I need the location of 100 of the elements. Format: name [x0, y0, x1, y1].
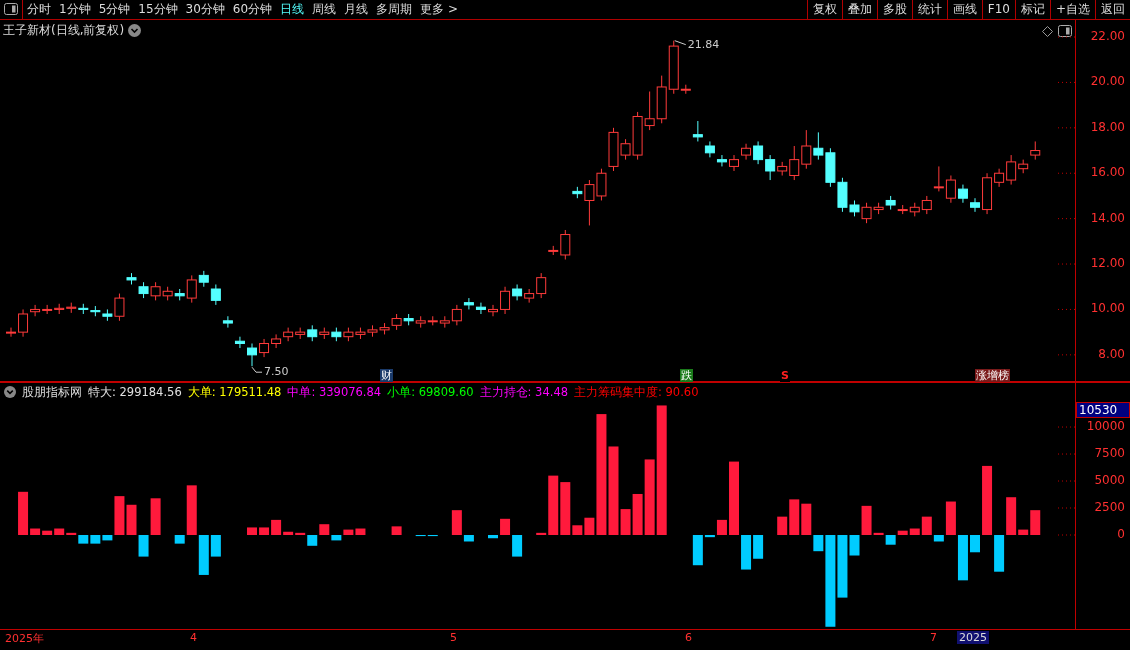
- candle: [729, 154, 739, 172]
- dropdown-icon[interactable]: [4, 386, 16, 399]
- candle: [355, 327, 366, 340]
- candle: [78, 303, 89, 315]
- candle: [283, 327, 294, 342]
- date-label: 6: [685, 631, 692, 645]
- value-tick: 0: [1117, 527, 1125, 543]
- candle: [970, 197, 980, 213]
- candle: [162, 286, 173, 301]
- candle: [427, 315, 438, 326]
- value-tick: 2500: [1094, 500, 1125, 516]
- candle: [692, 120, 703, 142]
- bar: [970, 535, 980, 553]
- period-tab[interactable]: 5分钟: [94, 0, 135, 19]
- bar: [391, 526, 402, 536]
- candle: [222, 315, 233, 329]
- candle: [391, 313, 402, 331]
- candle: [801, 129, 812, 170]
- candle: [42, 304, 53, 315]
- period-tab[interactable]: 周线: [308, 0, 341, 19]
- toolbar-button[interactable]: 统计: [911, 0, 947, 19]
- date-label: 5: [450, 631, 457, 645]
- bar: [247, 527, 257, 536]
- candle: [319, 327, 330, 340]
- candle: [921, 195, 932, 215]
- current-date-label: 2025: [957, 631, 989, 645]
- candle: [138, 281, 149, 299]
- value-tick: 7500: [1094, 446, 1125, 462]
- indicator-value: 大单: 179511.48: [187, 384, 282, 400]
- candle: [307, 324, 318, 342]
- bar: [512, 535, 523, 557]
- candle: [813, 131, 824, 161]
- dropdown-icon[interactable]: [128, 23, 142, 37]
- candle: [753, 140, 764, 165]
- event-marker[interactable]: 跌: [680, 368, 693, 382]
- candle: [933, 165, 944, 192]
- toolbar-button[interactable]: 标记: [1014, 0, 1050, 19]
- high-price-label: 21.84: [687, 37, 720, 51]
- period-tab[interactable]: 60分钟: [228, 0, 277, 19]
- panel-toggle-icon[interactable]: [1058, 24, 1072, 37]
- candle: [150, 281, 161, 301]
- period-tab[interactable]: 更多 >: [416, 0, 462, 19]
- bar: [488, 535, 498, 539]
- candle: [90, 305, 101, 317]
- toolbar-button[interactable]: 多股: [876, 0, 912, 19]
- candle: [259, 338, 270, 358]
- candle: [379, 322, 390, 335]
- bar: [126, 505, 137, 536]
- toolbar-button[interactable]: 画线: [946, 0, 982, 19]
- price-tick: 14.00: [1090, 210, 1125, 226]
- diamond-icon[interactable]: [1042, 25, 1053, 37]
- event-marker[interactable]: 财: [380, 368, 393, 382]
- period-tab[interactable]: 15分钟: [134, 0, 182, 19]
- toolbar-button[interactable]: 叠加: [841, 0, 877, 19]
- period-tab[interactable]: 分时: [23, 0, 55, 19]
- price-tick: 10.00: [1090, 301, 1125, 317]
- bar: [500, 519, 511, 536]
- indicator-value: 中单: 339076.84: [287, 384, 382, 400]
- bar: [957, 535, 968, 581]
- date-label: 2025年: [5, 631, 44, 647]
- candle: [271, 333, 282, 349]
- candle: [825, 147, 836, 188]
- stock-title: 王子新材(日线,前复权): [3, 21, 125, 39]
- toolbar-button[interactable]: 返回: [1095, 0, 1130, 19]
- price-tick: 12.00: [1090, 256, 1125, 271]
- candle: [656, 75, 667, 124]
- candle: [909, 202, 920, 217]
- period-tab[interactable]: 日线: [276, 0, 309, 19]
- date-label: 7: [930, 631, 937, 645]
- candle: [247, 342, 257, 367]
- candle: [367, 324, 378, 338]
- leader-line: [251, 366, 263, 373]
- toolbar-button[interactable]: 复权: [806, 0, 842, 19]
- indicator-value: 特大: 299184.56: [88, 384, 182, 400]
- period-tab[interactable]: 月线: [340, 0, 373, 19]
- date-label: 4: [190, 631, 197, 645]
- candle: [475, 302, 486, 315]
- period-tab[interactable]: 30分钟: [181, 0, 229, 19]
- current-value-label: 10530: [1076, 402, 1130, 419]
- toolbar-button[interactable]: F10: [981, 0, 1015, 19]
- period-tab[interactable]: 1分钟: [55, 0, 95, 19]
- period-tab[interactable]: 多周期: [372, 0, 417, 19]
- indicator-value: 主力筹码集中度: 90.60: [574, 384, 699, 400]
- toolbar-button[interactable]: +自选: [1049, 0, 1095, 19]
- candle: [1030, 140, 1041, 161]
- candle: [234, 336, 245, 349]
- candle: [54, 303, 65, 315]
- panel-toggle-icon[interactable]: [4, 3, 18, 16]
- event-marker[interactable]: 涨增榜: [975, 368, 1010, 382]
- bar: [741, 535, 752, 570]
- price-tick: 16.00: [1090, 165, 1125, 181]
- candle: [126, 272, 137, 285]
- candle: [596, 168, 607, 201]
- candle: [210, 283, 221, 306]
- low-price-label: 7.50: [264, 365, 289, 379]
- event-marker[interactable]: S: [780, 368, 790, 382]
- price-tick: 22.00: [1090, 29, 1125, 44]
- candle: [488, 304, 498, 317]
- candle: [6, 327, 16, 338]
- candle: [295, 327, 306, 340]
